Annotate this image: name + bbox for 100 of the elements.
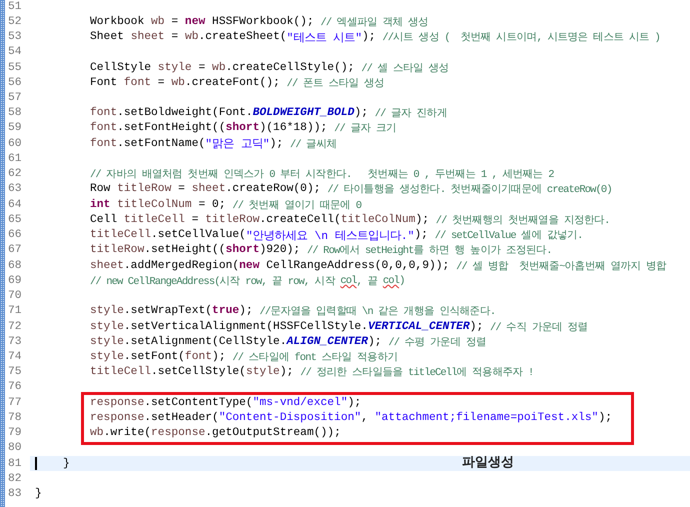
code-text: = (156, 76, 166, 89)
variable-name: wb (151, 16, 165, 28)
code-text: .createFont(); (184, 76, 281, 89)
line-number: 60 (8, 138, 23, 150)
text-cursor (35, 457, 37, 470)
code-text: .setAlignment(CellStyle. (124, 336, 287, 348)
code-text: ); (362, 31, 377, 44)
line-number: 67 (8, 244, 23, 256)
line-number: 65 (8, 214, 23, 226)
string-literal: "Content-Disposition" (218, 412, 362, 424)
code-text: ); (280, 366, 294, 378)
code-text: .createCell( (260, 214, 341, 226)
comment: // 수직 가운데 정렬 (490, 320, 588, 334)
code-text: .createCellStyle(); (226, 62, 356, 74)
constant-name: ALIGN_CENTER (286, 336, 368, 348)
variable-name: response (90, 396, 144, 409)
variable-name: sheet (192, 183, 226, 196)
variable-name: sheet (90, 260, 124, 272)
code-text: .setHeight(( (144, 244, 226, 256)
variable-name: font (90, 122, 118, 134)
variable-name: font (90, 138, 118, 150)
code-text: ); (212, 351, 227, 363)
comment: // 수평 가운데 정렬 (388, 336, 486, 349)
comment: // 첫번째 열이기 때문에 0 (232, 198, 362, 212)
keyword: short (226, 244, 260, 256)
comment: // 엑셀파일 객체 생성 (320, 16, 428, 29)
variable-name: titleCell (124, 214, 185, 226)
comment: // 첫번째행의 첫번째열을 지정한다. (436, 214, 610, 227)
code-text: ); (368, 336, 383, 348)
line-number: 76 (8, 381, 23, 394)
variable-name: style (90, 305, 124, 318)
code-text: = (197, 62, 206, 74)
code-text: ); (415, 214, 430, 226)
variable-name: style (246, 366, 280, 378)
code-text: } (63, 458, 70, 470)
string-literal: "테스트 시트" (286, 31, 362, 45)
code-text: Row (90, 183, 112, 196)
code-text: .getOutputStream()); (205, 427, 341, 440)
code-text: .setVerticalAlignment(HSSFCellStyle. (124, 320, 368, 333)
line-number: 56 (8, 76, 23, 89)
comment: // 자바의 배열처럼 첫번째 인덱스가 0 부터 시작한다. 첫번째는 0 , 두번째는 1 , 세번째는 2 (90, 168, 554, 182)
keyword: true (212, 305, 240, 318)
code-text: = (177, 183, 186, 196)
code-text: .setContentType( (144, 396, 253, 409)
line-number: 74 (8, 351, 23, 363)
line-number: 61 (8, 152, 23, 165)
variable-name: font (90, 107, 118, 120)
variable-name: response (90, 412, 144, 424)
line-number: 81 (8, 458, 23, 470)
code-text: ); (239, 305, 254, 318)
line-number: 83 (8, 488, 23, 500)
comment: // 타이틀행을 생성한다. 첫번째줄이기때문에 createRow(0) (327, 183, 612, 196)
code-text: .setWrapText( (124, 305, 212, 318)
comment: // setCellValue 셀에 값넣기. (434, 229, 582, 242)
code-text: .setCellValue( (151, 229, 246, 242)
comment: // 폰트 스타일 생성 (286, 76, 384, 90)
comment: // 셀 스타일 생성 (361, 62, 449, 75)
line-number: 59 (8, 122, 23, 134)
line-number: 79 (8, 427, 23, 440)
code-text: CellStyle (90, 62, 152, 74)
line-number: 70 (8, 290, 23, 302)
string-literal: "attachment;filename=poiTest.xls" (374, 412, 598, 424)
line-number: 82 (8, 472, 23, 485)
code-text: .createSheet( (198, 31, 287, 44)
constant-name: VERTICAL_CENTER (368, 320, 470, 333)
code-text: ); (598, 412, 612, 424)
comment: // 글자 진하게 (374, 107, 447, 120)
code-text: Cell (90, 214, 118, 226)
line-number: 78 (8, 412, 23, 424)
code-text: = (170, 31, 180, 44)
comment: //문자열을 입력할때 \n 같은 개행을 인식해준다. (260, 305, 496, 318)
code-text: ); (270, 138, 284, 150)
code-text: = 0; (197, 198, 227, 211)
comment: // 셀 병합 첫번째줄~아홉번째 열까지 병합 (456, 260, 666, 273)
line-number: 62 (8, 168, 23, 180)
line-number: 51 (8, 0, 23, 13)
code-text: .setFont( (124, 351, 185, 363)
comment: , 끝 (356, 276, 378, 288)
keyword: new (239, 260, 260, 272)
variable-name: titleRow (205, 214, 260, 226)
string-literal: "ms-vnd/excel" (252, 396, 348, 409)
string-literal: "맑은 고딕" (205, 137, 270, 152)
code-text: = (170, 16, 180, 28)
code-text: ); (348, 396, 362, 409)
variable-name: font (184, 351, 212, 363)
misspelled-word: col (382, 274, 400, 287)
keyword: new (184, 16, 206, 28)
line-number: 66 (8, 229, 23, 242)
line-number: 71 (8, 305, 23, 318)
line-number: 73 (8, 336, 23, 348)
comment: // Row에서 setHeight를 하면 행 높이가 조정된다. (306, 244, 552, 258)
keyword: short (226, 122, 260, 134)
string-literal: "안녕하세요 \n 테스트입니다." (246, 229, 414, 243)
variable-name: titleRow (117, 183, 172, 196)
line-number: 52 (8, 16, 23, 28)
comment: // 정리한 스타일들을 titleCell에 적용해주자 ! (300, 366, 534, 380)
comment: ) (399, 274, 404, 287)
line-number: 53 (8, 31, 23, 44)
variable-name: style (90, 336, 124, 348)
variable-name: titleColNum (117, 198, 192, 211)
